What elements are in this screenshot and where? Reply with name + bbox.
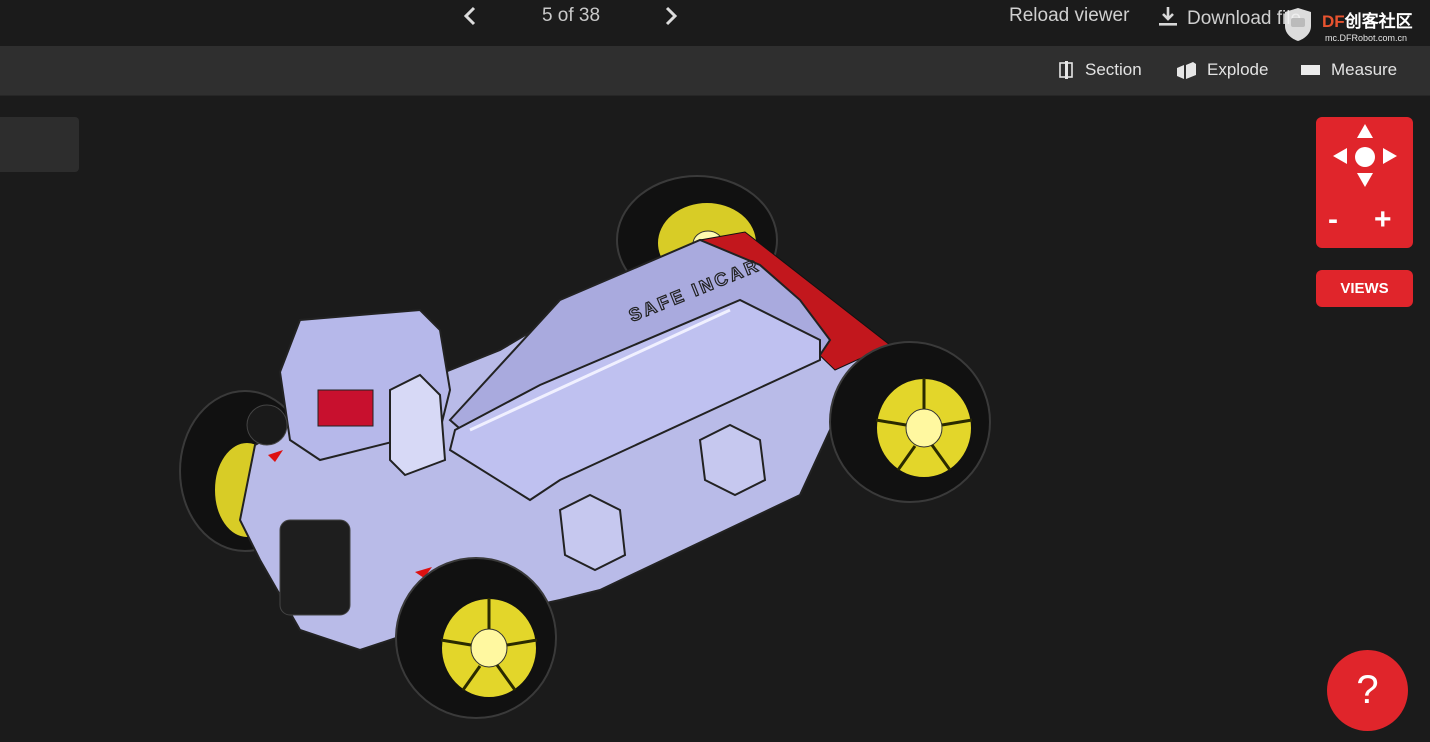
help-button[interactable]: ? [1327,650,1408,731]
views-button[interactable]: VIEWS [1316,270,1413,307]
robot-car-model[interactable]: SAFE INCAR [0,96,1430,737]
navigation-pad: - + [1316,117,1413,248]
chevron-right-icon [665,6,678,26]
next-page-button[interactable] [658,4,682,28]
section-label: Section [1085,60,1142,79]
watermark-url: mc.DFRobot.com.cn [1325,33,1408,43]
page-indicator: 5 of 38 [541,5,601,26]
explode-icon [1177,62,1196,79]
download-icon [1159,7,1177,26]
wheel-front-left [395,557,557,719]
3d-viewport[interactable]: SAFE INCAR [0,96,1430,737]
pan-left-button[interactable] [1332,147,1348,165]
explode-tool-button[interactable]: Explode [1176,60,1268,80]
top-bar: 5 of 38 Reload viewer Download file DF创客… [0,0,1430,46]
dfrobot-watermark: DF创客社区 mc.DFRobot.com.cn [1282,4,1430,46]
reset-view-button[interactable] [1354,146,1376,168]
section-tool-button[interactable]: Section [1057,60,1142,80]
wheel-front-right [829,341,991,503]
watermark-brand: DF创客社区 [1322,12,1413,31]
explode-label: Explode [1207,60,1269,79]
pan-down-button[interactable] [1356,172,1374,188]
chassis: SAFE INCAR [238,231,891,652]
previous-page-button[interactable] [459,4,483,28]
pan-up-button[interactable] [1356,123,1374,139]
reload-viewer-button[interactable]: Reload viewer [1009,5,1129,27]
download-file-button[interactable]: Download file [1157,5,1301,30]
measure-icon [1301,65,1320,75]
chevron-left-icon [463,6,476,26]
measure-label: Measure [1331,60,1398,79]
zoom-out-button[interactable]: - [1328,205,1338,235]
viewer-toolbar: Section Explode Measure [0,46,1430,96]
dfrobot-logo-icon [1285,8,1311,41]
zoom-in-button[interactable]: + [1374,205,1392,235]
measure-tool-button[interactable]: Measure [1300,60,1397,80]
pan-right-button[interactable] [1382,147,1398,165]
section-icon [1059,61,1073,79]
